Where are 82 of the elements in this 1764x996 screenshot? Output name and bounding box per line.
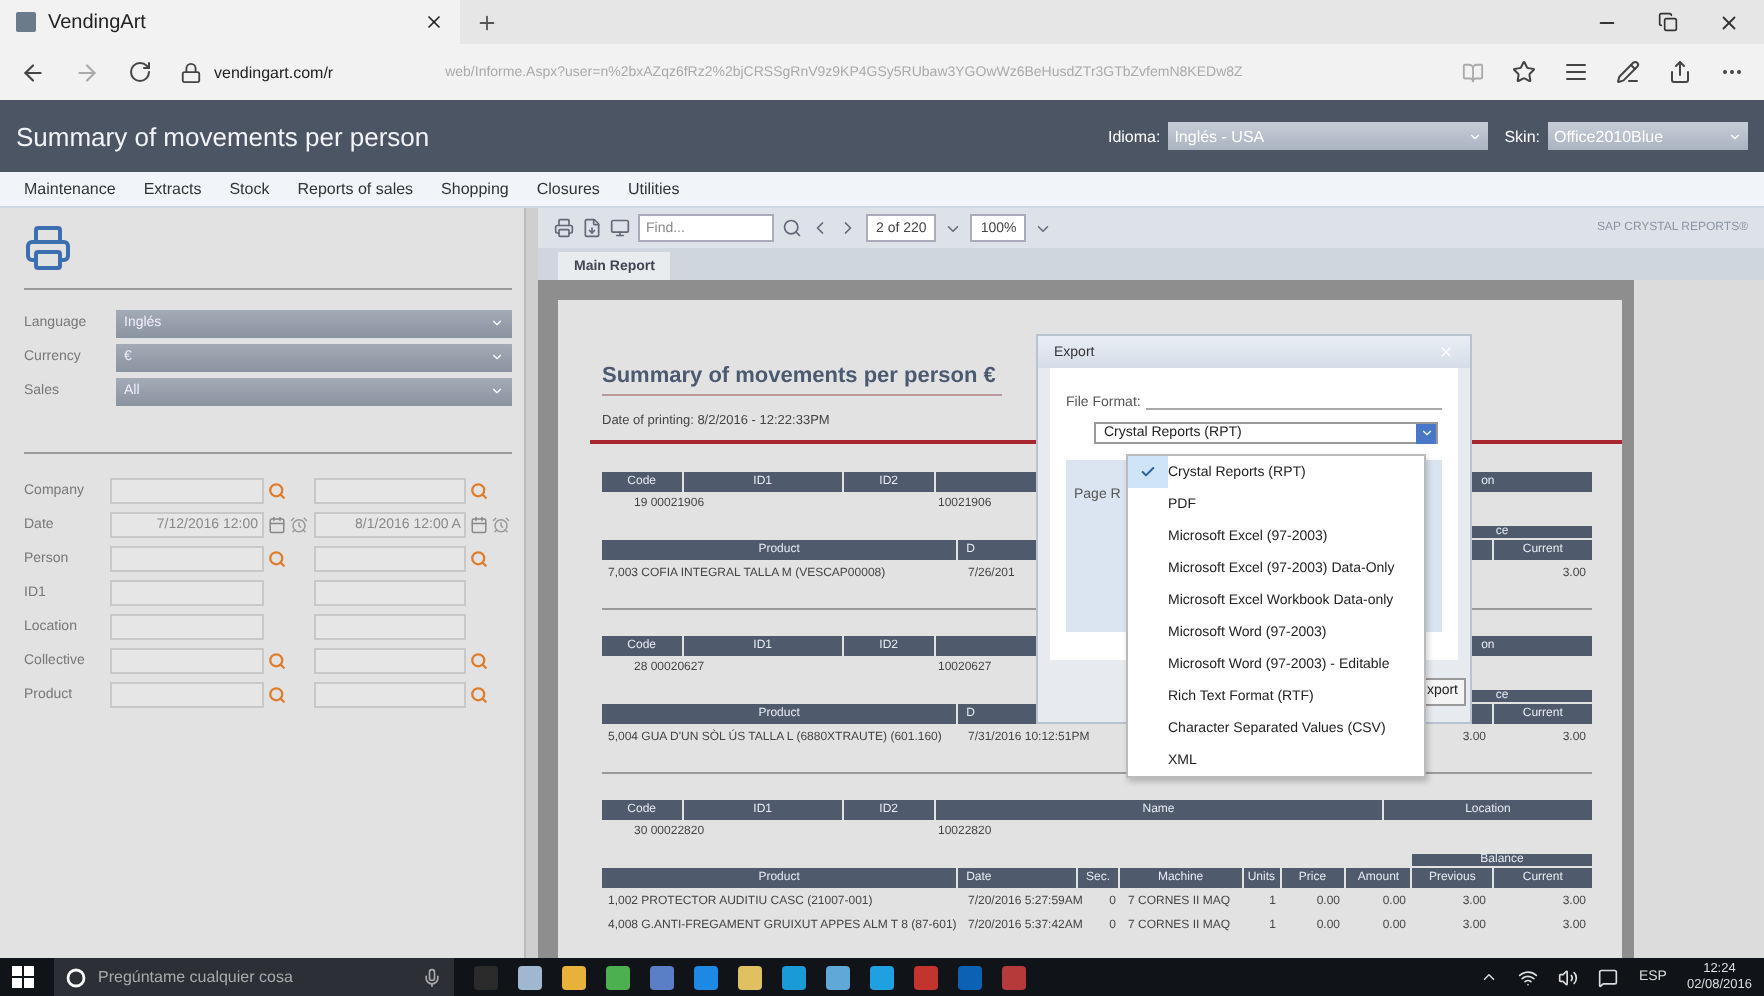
app-icon[interactable] xyxy=(518,965,542,989)
app-icon[interactable] xyxy=(738,965,762,989)
search-icon[interactable] xyxy=(268,686,286,704)
search-icon[interactable] xyxy=(470,482,489,500)
refresh-icon[interactable] xyxy=(128,60,152,84)
search-icon[interactable] xyxy=(268,652,286,670)
search-circle-icon xyxy=(66,967,86,987)
taskbar-search[interactable]: Pregúntame cualquier cosa xyxy=(54,958,454,996)
language-label: Idioma: xyxy=(1107,127,1161,145)
close-icon[interactable] xyxy=(424,12,444,32)
caret-icon xyxy=(490,384,504,398)
restore-icon[interactable] xyxy=(1658,11,1678,31)
note-icon[interactable] xyxy=(1616,60,1640,84)
favorite-icon[interactable] xyxy=(1512,60,1536,84)
menu-item[interactable]: Closures xyxy=(536,180,600,198)
microphone-icon[interactable] xyxy=(422,967,442,987)
export-icon[interactable] xyxy=(582,218,602,238)
clock-icon[interactable] xyxy=(290,516,308,534)
menu-item[interactable]: Reports of sales xyxy=(297,180,414,198)
filter-field[interactable] xyxy=(313,682,467,708)
app-icon[interactable] xyxy=(562,965,586,989)
url-host[interactable]: vendingart.com/r xyxy=(214,63,334,81)
filter-field[interactable] xyxy=(110,648,264,674)
dropdown-button[interactable] xyxy=(1416,423,1436,443)
app-icon[interactable] xyxy=(826,965,850,989)
filter-field[interactable] xyxy=(110,614,264,640)
search-icon[interactable] xyxy=(782,218,802,238)
tab-title: VendingArt xyxy=(48,11,146,33)
app-icon[interactable] xyxy=(606,965,630,989)
calendar-icon[interactable] xyxy=(470,516,489,534)
search-icon[interactable] xyxy=(268,482,286,500)
menu-item[interactable]: Maintenance xyxy=(24,180,116,198)
check-icon xyxy=(1140,464,1156,480)
caret-icon xyxy=(1419,426,1433,440)
forward-icon[interactable] xyxy=(74,59,100,85)
filter-field[interactable] xyxy=(110,580,264,606)
network-icon[interactable] xyxy=(1518,967,1539,987)
search-icon[interactable] xyxy=(470,550,489,568)
favicon-icon xyxy=(16,12,36,32)
filter-field[interactable] xyxy=(110,682,264,708)
caret-icon[interactable] xyxy=(1480,968,1499,986)
app-icon[interactable] xyxy=(650,965,674,989)
close-icon[interactable] xyxy=(1718,11,1740,33)
filter-field[interactable] xyxy=(313,614,467,640)
hub-icon[interactable] xyxy=(1564,60,1588,84)
reading-view-icon[interactable] xyxy=(1462,61,1484,83)
filter-field[interactable] xyxy=(313,546,467,572)
app-icon[interactable] xyxy=(870,965,894,989)
search-icon[interactable] xyxy=(470,686,489,704)
menu-item[interactable]: Utilities xyxy=(627,180,680,198)
volume-icon[interactable] xyxy=(1558,967,1579,987)
filter-field[interactable] xyxy=(313,478,467,504)
page-title: Summary of movements per person xyxy=(16,121,430,151)
clock-icon[interactable] xyxy=(492,516,511,534)
lock-icon xyxy=(180,61,202,83)
back-icon[interactable] xyxy=(20,59,46,85)
printer-icon[interactable] xyxy=(24,224,72,272)
browser-tab[interactable]: VendingArt xyxy=(0,0,460,44)
start-icon[interactable] xyxy=(12,966,34,988)
search-icon[interactable] xyxy=(268,550,286,568)
calendar-icon[interactable] xyxy=(268,516,286,534)
new-tab-icon[interactable] xyxy=(476,11,498,33)
notification-icon[interactable] xyxy=(1598,967,1619,987)
search-icon[interactable] xyxy=(470,652,489,670)
print-icon[interactable] xyxy=(554,218,574,238)
app-icon[interactable] xyxy=(694,965,718,989)
report-title: Summary of movements per person € xyxy=(602,364,1002,396)
app-icon[interactable] xyxy=(782,965,806,989)
menu-item[interactable]: Stock xyxy=(229,180,270,198)
share-icon[interactable] xyxy=(1668,60,1692,84)
skin-label: Skin: xyxy=(1504,127,1540,145)
filter-field[interactable] xyxy=(110,546,264,572)
caret-icon xyxy=(1728,129,1742,143)
filter-field[interactable] xyxy=(313,648,467,674)
caret-icon xyxy=(490,316,504,330)
filter-field[interactable] xyxy=(313,580,467,606)
caret-icon xyxy=(490,350,504,364)
filter-field[interactable] xyxy=(110,478,264,504)
menu-item[interactable]: Shopping xyxy=(441,180,509,198)
view-icon[interactable] xyxy=(610,218,630,238)
menu-item[interactable]: Extracts xyxy=(143,180,202,198)
caret-icon xyxy=(1468,129,1483,143)
